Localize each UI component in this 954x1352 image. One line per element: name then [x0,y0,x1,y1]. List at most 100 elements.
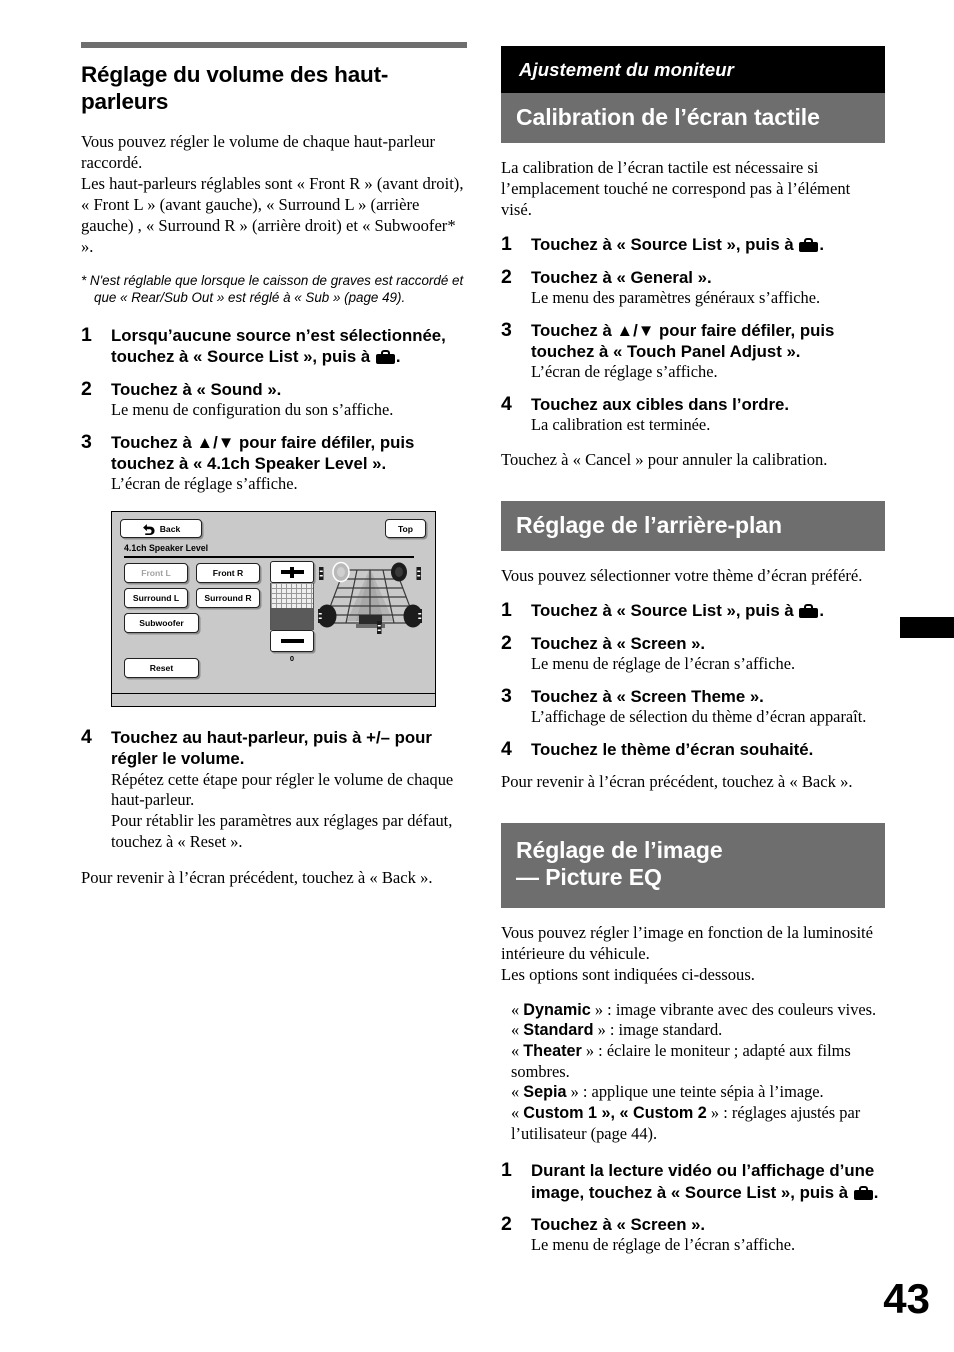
section-top-rule [81,42,467,48]
step-heading: Touchez à « Sound ». [111,379,282,399]
step-number: 1 [501,233,512,256]
car-speaker-layout-diagram [318,561,422,635]
speaker-button-label: Front R [212,568,244,579]
speaker-button-label: Surround R [204,593,252,604]
step-number: 1 [81,324,92,347]
option-desc: : applique une teinte sépia à l’image. [578,1082,824,1102]
step-number: 4 [501,392,512,415]
option-dynamic: « Dynamic » : image vibrante avec des co… [511,999,877,1019]
screen-back-button[interactable]: Back [120,519,202,539]
screen-title-divider [124,556,414,558]
step-heading-text: Touchez à « Source List », puis à [531,235,799,255]
footnote: * N'est réglable que lorsque le caisson … [81,272,464,306]
speaker-button-surround-r[interactable]: Surround R [196,588,260,609]
option-standard: « Standard » : image standard. [511,1020,723,1040]
level-control[interactable]: 0 [270,561,314,663]
section2-outro: Pour revenir à l’écran précédent, touche… [501,771,853,791]
section-title-line-1: Réglage de l’image [516,836,723,863]
section-title-background: Réglage de l’arrière-plan [501,500,885,552]
step-heading: Touchez à ▲/▼ pour faire défiler, puis t… [111,432,415,474]
calib-step-4: 4 Touchez aux cibles dans l’ordre. La ca… [501,392,885,436]
toolbox-icon [799,604,819,619]
step-number: 4 [501,737,512,760]
step-number: 1 [501,599,512,622]
edge-thumb-tab [900,617,954,638]
speaker-level-screen-illustration: Back Top 4.1ch Speaker Level Front L Fro… [111,511,436,708]
section3-intro: Vous pouvez régler l’image en fonction d… [501,922,874,984]
section1-intro: La calibration de l’écran tactile est né… [501,158,851,220]
step-3: 3 Touchez à ▲/▼ pour faire défiler, puis… [81,431,467,495]
level-fill [271,608,313,631]
step-heading: Lorsqu’aucune source n’est sélectionnée,… [111,325,467,368]
speaker-button-front-l[interactable]: Front L [124,563,188,584]
step-subtext: L’affichage de sélection du thème d’écra… [531,706,867,726]
step-heading: Touchez à « Screen Theme ». [531,686,764,706]
screen-reset-button[interactable]: Reset [124,658,199,679]
speaker-button-front-r[interactable]: Front R [196,563,260,584]
step-heading: Touchez au haut-parleur, puis à +/– pour… [111,728,432,769]
step-heading-tail: . [395,347,401,367]
step-heading: Touchez à « Screen ». [531,1214,706,1234]
page-title: Réglage du volume des haut-parleurs [81,62,389,115]
screen-top-button[interactable]: Top [385,519,426,539]
level-minus-button[interactable] [270,630,314,653]
option-sepia: « Sepia » : applique une teinte sépia à … [511,1082,824,1102]
page-number: 43 [883,1275,930,1322]
back-arrow-icon [142,523,155,535]
step-subtext: Le menu des paramètres généraux s’affich… [531,287,821,307]
picture-eq-options: « Dynamic » : image vibrante avec des co… [501,1000,885,1145]
step-heading: Touchez à « Screen ». [531,633,706,653]
step-number: 3 [501,318,512,341]
step-heading: Touchez à ▲/▼ pour faire défiler, puis t… [531,320,835,361]
bg-step-1: 1 Touchez à « Source List », puis à . [501,599,885,622]
step-4: 4 Touchez au haut-parleur, puis à +/– po… [81,726,467,852]
intro-paragraph-2: Les haut-parleurs réglables sont « Front… [81,173,464,256]
step-subtext: Répétez cette étape pour régler le volum… [111,769,454,851]
bg-step-2: 2 Touchez à « Screen ». Le menu de régla… [501,631,885,675]
screen-title: 4.1ch Speaker Level [124,543,209,554]
section-title-picture-eq: Réglage de l’image — Picture EQ [501,822,885,908]
speaker-button-subwoofer[interactable]: Subwoofer [124,613,199,634]
option-theater: « Theater » : éclaire le moniteur ; adap… [511,1040,851,1081]
step-number: 2 [81,377,92,400]
speaker-button-surround-l[interactable]: Surround L [124,588,188,609]
calib-step-3: 3 Touchez à ▲/▼ pour faire défiler, puis… [501,318,885,383]
option-custom: « Custom 1 », « Custom 2 » : réglages aj… [511,1102,861,1143]
step-heading: Durant la lecture vidéo ou l’affichage d… [531,1160,885,1203]
step-1: 1 Lorsqu’aucune source n’est sélectionné… [81,324,467,368]
left-outro: Pour revenir à l’écran précédent, touche… [81,868,433,888]
option-desc: : image vibrante avec des couleurs vives… [603,999,877,1019]
toolbox-icon [375,350,395,365]
option-name: Custom 1 », « Custom 2 [523,1103,707,1122]
step-number: 2 [501,1212,512,1235]
section-title-touch-calibration: Calibration de l’écran tactile [501,93,885,144]
level-plus-button[interactable] [270,561,314,584]
option-name: Dynamic [523,1000,591,1019]
step-heading-text: Touchez à « Source List », puis à [531,601,799,621]
section2-intro: Vous pouvez sélectionner votre thème d’é… [501,566,863,586]
step-subtext: L’écran de réglage s’affiche. [531,362,718,382]
speaker-button-label: Subwoofer [139,618,184,629]
step-subtext: Le menu de réglage de l’écran s’affiche. [531,653,796,673]
bg-step-3: 3 Touchez à « Screen Theme ». L’affichag… [501,684,885,728]
chapter-banner: Ajustement du moniteur [501,46,885,93]
step-heading-tail: . [873,1182,879,1202]
step-number: 2 [501,631,512,654]
option-name: Standard [523,1021,594,1040]
step-heading-text: Durant la lecture vidéo ou l’affichage d… [531,1161,875,1202]
eq-step-1: 1 Durant la lecture vidéo ou l’affichage… [501,1159,885,1203]
section-title-line-2: — Picture EQ [516,864,662,891]
toolbox-icon [853,1185,873,1200]
step-number: 4 [81,726,92,749]
step-heading-tail: . [819,601,824,621]
calib-step-1: 1 Touchez à « Source List », puis à . [501,233,885,256]
step-number: 3 [501,684,512,707]
speaker-button-label: Surround L [132,593,180,604]
toolbox-icon [799,238,819,253]
step-heading: Touchez à « Source List », puis à . [531,234,885,255]
step-heading-tail: . [819,235,824,255]
speaker-button-label: Front L [141,568,171,579]
step-heading: Touchez aux cibles dans l’ordre. [531,394,790,414]
level-track[interactable] [270,583,314,631]
eq-step-2: 2 Touchez à « Screen ». Le menu de régla… [501,1212,885,1256]
